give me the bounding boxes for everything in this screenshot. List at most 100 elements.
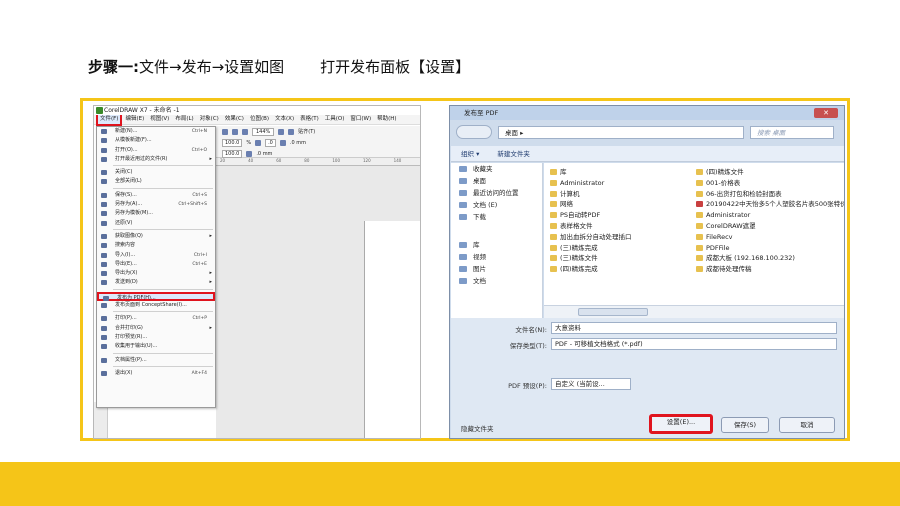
nav-item[interactable]: 视频 bbox=[451, 251, 542, 263]
menubar-item[interactable]: 位图(B) bbox=[247, 115, 272, 124]
lock-ratio-icon[interactable] bbox=[255, 139, 262, 146]
file-item[interactable]: 网络 bbox=[548, 199, 698, 210]
menu-item[interactable]: 获取图像(Q) ▸ bbox=[97, 232, 215, 241]
file-item[interactable]: 成都大板 (192.168.100.232) bbox=[694, 253, 844, 264]
menubar-item[interactable]: 帮助(H) bbox=[374, 115, 399, 124]
file-item[interactable]: 成都待处理传稿 bbox=[694, 264, 844, 275]
filename-label: 文件名(N): bbox=[515, 326, 547, 334]
nav-item[interactable]: 桌面 bbox=[451, 175, 542, 187]
import-icon[interactable] bbox=[242, 128, 248, 135]
file-item[interactable]: PS自动转PDF bbox=[548, 210, 698, 221]
menu-item[interactable]: 全部关闭(L) bbox=[97, 177, 215, 186]
width-field[interactable]: 100.0 bbox=[222, 138, 243, 147]
nav-item[interactable]: 库 bbox=[451, 239, 542, 251]
menu-item[interactable]: 搜索内容 bbox=[97, 241, 215, 250]
menu-item[interactable]: 合并打印(G) ▸ bbox=[97, 324, 215, 333]
menu-item[interactable]: 打开(O)... Ctrl+O bbox=[97, 146, 215, 155]
file-item[interactable]: PDFFile bbox=[694, 243, 844, 254]
preset-select[interactable]: 自定义 (当前设... bbox=[551, 378, 631, 390]
menubar-item[interactable]: 编辑(E) bbox=[122, 115, 147, 124]
hide-folders-toggle[interactable]: 隐藏文件夹 bbox=[461, 423, 494, 433]
menubar-item[interactable]: 工具(O) bbox=[322, 115, 348, 124]
menubar-item[interactable]: 表格(T) bbox=[297, 115, 322, 124]
menu-item[interactable]: 另存为模板(M)... bbox=[97, 209, 215, 218]
savetype-select[interactable]: PDF - 可移植文档格式 (*.pdf) bbox=[551, 338, 837, 350]
file-name: Administrator bbox=[560, 178, 605, 187]
file-item[interactable]: (四)精炼文件 bbox=[694, 167, 844, 178]
menu-item[interactable]: 还原(V) bbox=[97, 219, 215, 228]
nav-item[interactable]: 图片 bbox=[451, 263, 542, 275]
file-item[interactable]: Administrator bbox=[694, 210, 844, 221]
redo-icon[interactable] bbox=[232, 128, 238, 135]
menu-item[interactable]: 导入(I)... Ctrl+I bbox=[97, 251, 215, 260]
file-item[interactable]: (四)精炼完成 bbox=[548, 264, 698, 275]
menu-item[interactable]: 关闭(C) bbox=[97, 168, 215, 177]
menubar-item[interactable]: 文本(X) bbox=[272, 115, 297, 124]
menu-item[interactable]: 发布页面到 ConceptShare(I)... bbox=[97, 301, 215, 310]
scrollbar-thumb[interactable] bbox=[578, 308, 648, 316]
save-button[interactable]: 保存(S) bbox=[721, 417, 769, 433]
new-folder-button[interactable]: 新建文件夹 bbox=[497, 150, 530, 158]
file-item[interactable]: (三)精炼完成 bbox=[548, 243, 698, 254]
back-forward-buttons[interactable] bbox=[456, 125, 492, 139]
undo-icon[interactable] bbox=[222, 128, 228, 135]
file-item[interactable]: FileRecv bbox=[694, 232, 844, 243]
menubar-item[interactable]: 对象(C) bbox=[197, 115, 222, 124]
snap-to-menu[interactable]: 贴齐(T) bbox=[298, 128, 315, 135]
menu-item[interactable]: 从模板新建(F)... bbox=[97, 136, 215, 145]
file-item[interactable]: (三)精炼文件 bbox=[548, 253, 698, 264]
mirror-icon[interactable] bbox=[279, 139, 286, 146]
nav-item[interactable]: 文档 bbox=[451, 275, 542, 287]
organize-button[interactable]: 组织 ▾ bbox=[461, 150, 479, 158]
close-button[interactable]: ✕ bbox=[814, 108, 838, 118]
menu-item[interactable]: 文档属性(P)... bbox=[97, 356, 215, 365]
position-field-y[interactable]: .0 mm bbox=[256, 151, 272, 157]
nav-item[interactable]: 下载 bbox=[451, 211, 542, 223]
menu-item[interactable]: 新建(N)... Ctrl+N bbox=[97, 127, 215, 136]
menu-item[interactable]: 发送到(D) ▸ bbox=[97, 278, 215, 287]
folder-icon bbox=[550, 179, 557, 186]
nav-item-label: 库 bbox=[473, 241, 480, 249]
menu-item[interactable]: 收集用于输出(U)... bbox=[97, 342, 215, 351]
cancel-button[interactable]: 取消 bbox=[779, 417, 835, 433]
menu-item[interactable]: 打开最近用过的文件(R) ▸ bbox=[97, 155, 215, 164]
document-page[interactable] bbox=[364, 221, 420, 438]
file-item[interactable]: 库 bbox=[548, 167, 698, 178]
menubar-item[interactable]: 视图(V) bbox=[147, 115, 172, 124]
menu-item[interactable]: 打印(P)... Ctrl+P bbox=[97, 314, 215, 323]
menubar-item[interactable]: 效果(C) bbox=[222, 115, 247, 124]
rotation-field[interactable]: .0 bbox=[265, 138, 276, 147]
menu-item-label: 保存(S)... bbox=[115, 191, 137, 198]
wrap-text-icon[interactable] bbox=[246, 150, 253, 157]
menu-item[interactable]: 保存(S)... Ctrl+S bbox=[97, 191, 215, 200]
file-item[interactable]: 加出血拆分自动处理插口 bbox=[548, 232, 698, 243]
file-item[interactable]: Administrator bbox=[548, 178, 698, 189]
settings-button[interactable]: 设置(E)... bbox=[649, 414, 713, 434]
zoom-level[interactable]: 144% bbox=[252, 127, 275, 136]
menu-item[interactable]: 退出(X) Alt+F4 bbox=[97, 369, 215, 378]
menu-item[interactable]: 导出(E)... Ctrl+E bbox=[97, 260, 215, 269]
menubar-item[interactable]: 窗口(W) bbox=[347, 115, 374, 124]
path-field[interactable]: 桌面 ▸ bbox=[498, 125, 744, 139]
filename-input[interactable]: 大意资料 bbox=[551, 322, 837, 334]
nav-item[interactable]: 收藏夹 bbox=[451, 163, 542, 175]
search-input[interactable]: 搜索 桌面 bbox=[750, 125, 834, 139]
menu-item-publish-pdf[interactable]: 发布为 PDF(H)... bbox=[97, 291, 215, 302]
menu-item[interactable]: 打印预览(R)... bbox=[97, 333, 215, 342]
nav-item[interactable]: 最近访问的位置 bbox=[451, 187, 542, 199]
file-item[interactable]: 001-价格表 bbox=[694, 178, 844, 189]
menu-item[interactable]: 另存为(A)... Ctrl+Shift+S bbox=[97, 200, 215, 209]
menu-item[interactable]: 导出为(X) ▸ bbox=[97, 269, 215, 278]
file-item[interactable]: 06-出货打包和检验封面表 bbox=[694, 189, 844, 200]
position-field-x[interactable]: .0 mm bbox=[290, 140, 306, 146]
file-item[interactable]: 20190422中天怡多5个人塑胶名片表500张特价版_最新 bbox=[694, 199, 844, 210]
file-item[interactable]: CorelDRAW遮罩 bbox=[694, 221, 844, 232]
fullscreen-icon[interactable] bbox=[278, 128, 285, 135]
horizontal-scrollbar[interactable] bbox=[544, 305, 844, 318]
file-item[interactable]: 计算机 bbox=[548, 189, 698, 200]
height-field[interactable]: 100.0 bbox=[222, 149, 243, 158]
menubar-item[interactable]: 布局(L) bbox=[172, 115, 196, 124]
options-icon[interactable] bbox=[288, 128, 295, 135]
nav-item[interactable]: 文档 (E) bbox=[451, 199, 542, 211]
file-item[interactable]: 表样格文件 bbox=[548, 221, 698, 232]
